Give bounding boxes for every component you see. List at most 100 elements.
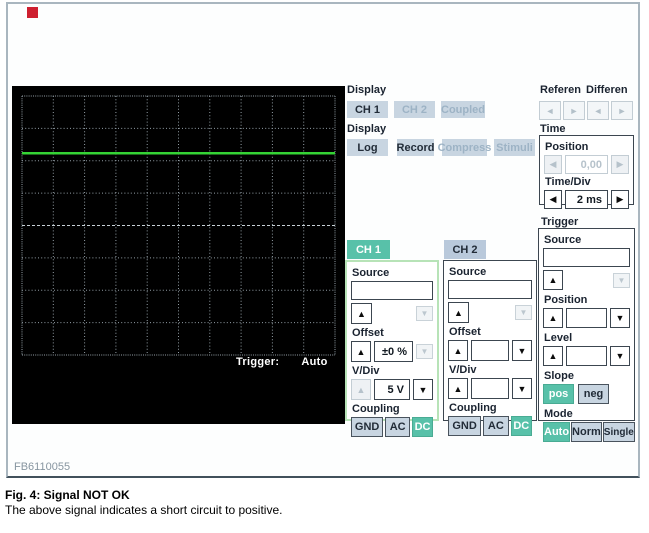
trigger-level-label: Level	[544, 332, 573, 344]
mode-single-button[interactable]: Single	[602, 422, 635, 442]
up-arrow-icon: ▲	[356, 346, 366, 357]
trigger-source-input[interactable]	[543, 248, 630, 267]
ch2-source-input[interactable]	[448, 280, 532, 299]
ch2-dc-button[interactable]: DC	[510, 416, 532, 436]
ch1-vdiv-value[interactable]: 5 V	[374, 379, 410, 400]
caption-title: Fig. 4: Signal NOT OK	[5, 488, 130, 502]
ch1-offset-down-button[interactable]: ▼	[416, 344, 433, 359]
time-panel: Position ◀ 0,00 ▶ Time/Div ◀ 2 ms ▶	[539, 135, 634, 209]
ch1-ac-button[interactable]: AC	[385, 417, 411, 437]
mode-norm-button[interactable]: Norm	[571, 422, 602, 442]
timediv-decrement-button[interactable]: ◀	[544, 190, 562, 209]
log-button[interactable]: Log	[347, 139, 388, 156]
chevron-down-icon: ▼	[420, 309, 429, 318]
differential-next-button[interactable]: ►	[611, 101, 633, 120]
chevron-right-icon: ►	[617, 105, 627, 116]
trigger-status-label: Trigger:	[236, 356, 280, 368]
trigger-level-value[interactable]	[566, 346, 607, 366]
ch1-offset-value[interactable]: ±0 %	[374, 341, 413, 362]
ch1-vdiv-down-button[interactable]: ▼	[413, 379, 433, 400]
trigger-source-label: Source	[544, 234, 582, 246]
reference-next-button[interactable]: ►	[563, 101, 585, 120]
ch2-vdiv-down-button[interactable]: ▼	[512, 378, 532, 399]
time-position-label: Position	[545, 141, 589, 153]
chevron-left-icon: ◄	[545, 105, 555, 116]
trigger-source-up-button[interactable]: ▲	[543, 270, 563, 290]
ch2-vdiv-up-button[interactable]: ▲	[448, 378, 468, 399]
ch2-ac-button[interactable]: AC	[483, 416, 509, 436]
left-arrow-icon: ◀	[549, 194, 557, 204]
trigger-status-value: Auto	[301, 356, 328, 368]
ch2-source-dropdown-button[interactable]: ▼	[515, 305, 532, 320]
ch2-offset-down-button[interactable]: ▼	[512, 340, 532, 361]
ch2-gnd-button[interactable]: GND	[448, 416, 482, 436]
up-arrow-icon: ▲	[548, 313, 558, 323]
display-coupled-button[interactable]: Coupled	[441, 101, 485, 118]
chevron-right-icon: ►	[569, 105, 579, 116]
ch1-source-input[interactable]	[351, 281, 433, 300]
up-arrow-icon: ▲	[453, 383, 463, 394]
trigger-slope-label: Slope	[544, 370, 574, 382]
ch2-coupling-label: Coupling	[449, 402, 497, 414]
up-arrow-icon: ▲	[357, 308, 366, 319]
differential-label: Differen	[586, 84, 628, 96]
up-arrow-icon: ▲	[453, 345, 463, 356]
ch2-offset-value[interactable]	[471, 340, 509, 361]
up-arrow-icon: ▲	[356, 384, 366, 395]
chevron-down-icon: ▼	[617, 275, 626, 285]
ch1-source-up-button[interactable]: ▲	[351, 303, 372, 324]
compress-button[interactable]: Compress	[438, 139, 491, 156]
down-arrow-icon: ▼	[517, 345, 527, 356]
trigger-mode-label: Mode	[544, 408, 573, 420]
ch1-source-dropdown-button[interactable]: ▼	[416, 306, 433, 321]
ch1-vdiv-up-button[interactable]: ▲	[351, 379, 371, 400]
reference-prev-button[interactable]: ◄	[539, 101, 561, 120]
down-arrow-icon: ▼	[517, 383, 527, 394]
mode-auto-button[interactable]: Auto	[543, 422, 571, 442]
trigger-panel: Source ▲ ▼ Position ▲ ▼ Level ▲ ▼ Slope …	[538, 228, 635, 442]
ch2-panel: Source ▲ ▼ Offset ▲ ▼ V/Div ▲ ▼ Coupling…	[443, 260, 537, 436]
ch1-offset-up-button[interactable]: ▲	[351, 341, 371, 362]
trigger-level-up-button[interactable]: ▲	[543, 346, 563, 366]
ch2-source-up-button[interactable]: ▲	[448, 302, 469, 323]
red-marker	[27, 7, 38, 18]
trigger-panel-label: Trigger	[541, 216, 579, 228]
reference-label: Referen	[540, 84, 581, 96]
timediv-increment-button[interactable]: ▶	[611, 190, 629, 209]
ch2-offset-up-button[interactable]: ▲	[448, 340, 468, 361]
ch1-panel: Source ▲ ▼ Offset ▲ ±0 % ▼ V/Div ▲ 5 V ▼…	[345, 260, 439, 437]
display-modes-label: Display	[347, 123, 387, 135]
trigger-position-down-button[interactable]: ▼	[610, 308, 630, 328]
graticule-grid	[21, 95, 336, 356]
trigger-position-value[interactable]	[566, 308, 607, 328]
timediv-value[interactable]: 2 ms	[565, 190, 608, 209]
ch2-vdiv-label: V/Div	[449, 364, 477, 376]
record-button[interactable]: Record	[397, 139, 434, 156]
display-ch2-button[interactable]: CH 2	[394, 101, 435, 118]
tab-ch2[interactable]: CH 2	[444, 240, 486, 259]
tab-ch1[interactable]: CH 1	[347, 240, 390, 259]
display-channels-label: Display	[347, 84, 387, 96]
time-position-increment-button[interactable]: ▶	[611, 155, 629, 174]
trigger-position-up-button[interactable]: ▲	[543, 308, 563, 328]
trigger-level-down-button[interactable]: ▼	[610, 346, 630, 366]
ch2-vdiv-value[interactable]	[471, 378, 509, 399]
ch2-source-label: Source	[449, 266, 487, 278]
slope-pos-button[interactable]: pos	[543, 384, 574, 404]
up-arrow-icon: ▲	[548, 275, 558, 285]
ch2-offset-label: Offset	[449, 326, 481, 338]
ch1-coupling-label: Coupling	[352, 403, 400, 415]
ch1-vdiv-label: V/Div	[352, 365, 380, 377]
trigger-position-label: Position	[544, 294, 588, 306]
time-position-decrement-button[interactable]: ◀	[544, 155, 562, 174]
differential-prev-button[interactable]: ◄	[587, 101, 609, 120]
slope-neg-button[interactable]: neg	[578, 384, 609, 404]
ch1-dc-button[interactable]: DC	[412, 417, 433, 437]
trigger-source-dropdown-button[interactable]: ▼	[613, 272, 630, 288]
time-position-value[interactable]: 0,00	[565, 155, 608, 174]
ch1-gnd-button[interactable]: GND	[351, 417, 384, 437]
up-arrow-icon: ▲	[454, 307, 463, 318]
display-ch1-button[interactable]: CH 1	[347, 101, 388, 118]
stimuli-button[interactable]: Stimuli	[494, 139, 535, 156]
figure-id: FB6110055	[14, 461, 71, 473]
